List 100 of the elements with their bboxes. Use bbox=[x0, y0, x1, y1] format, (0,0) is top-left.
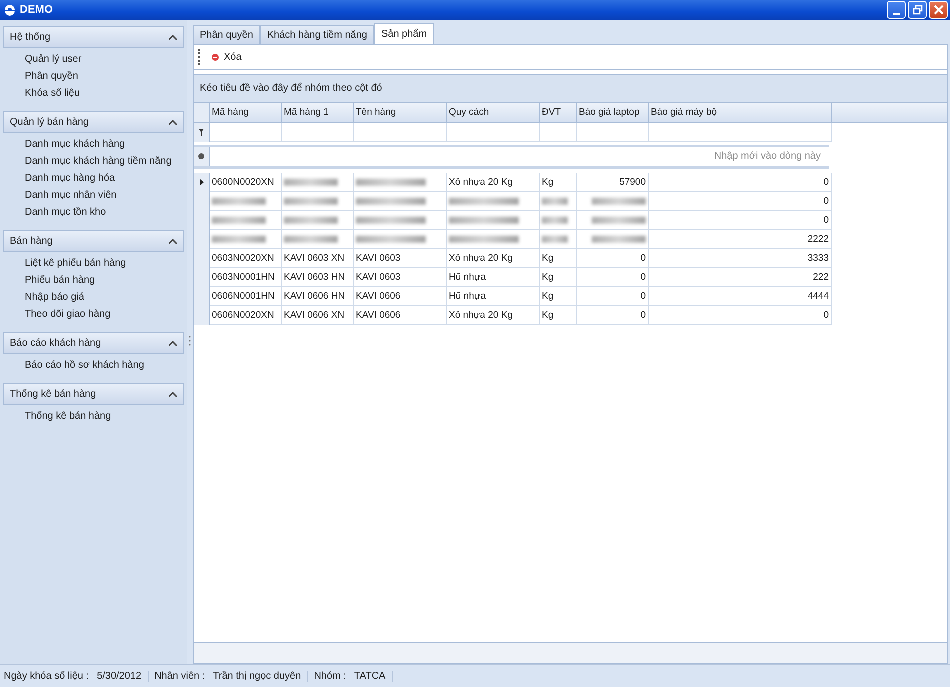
table-cell: KAVI 0606 XN bbox=[282, 306, 354, 325]
filter-field[interactable] bbox=[577, 123, 649, 142]
group-header[interactable]: Bán hàng bbox=[3, 230, 184, 252]
table-cell: KAVI 0606 bbox=[354, 287, 447, 306]
blurred-text bbox=[356, 198, 426, 204]
column-header[interactable]: Tên hàng bbox=[354, 103, 447, 122]
table-cell: 0 bbox=[649, 192, 832, 211]
sidebar-item[interactable]: Theo dõi giao hàng bbox=[25, 308, 184, 322]
sidebar-item[interactable]: Danh mục hàng hóa bbox=[25, 172, 184, 186]
tab[interactable]: Phân quyền bbox=[193, 25, 260, 44]
blurred-text bbox=[284, 236, 338, 242]
sidebar-item[interactable]: Quản lý user bbox=[25, 53, 184, 67]
row-indicator[interactable] bbox=[194, 147, 210, 166]
table-cell: Kg bbox=[540, 306, 577, 325]
blurred-text bbox=[356, 178, 426, 186]
delete-button[interactable]: Xóa bbox=[208, 50, 246, 64]
filter-field[interactable] bbox=[649, 123, 832, 142]
close-button[interactable] bbox=[929, 1, 948, 19]
tab[interactable]: Sản phẩm bbox=[374, 23, 434, 44]
table-cell: 0 bbox=[577, 287, 649, 306]
row-indicator[interactable] bbox=[194, 123, 210, 142]
blurred-text bbox=[449, 216, 520, 224]
group-header[interactable]: Hệ thống bbox=[3, 26, 184, 48]
blurred-text bbox=[449, 236, 520, 242]
column-header[interactable]: Mã hàng bbox=[210, 103, 282, 122]
blurred-text bbox=[592, 198, 646, 204]
filter-field[interactable] bbox=[447, 123, 540, 142]
tab[interactable]: Khách hàng tiềm năng bbox=[260, 25, 374, 44]
group-panel-hint: Kéo tiêu đề vào đây để nhóm theo cột đó bbox=[200, 83, 382, 94]
app-icon bbox=[4, 4, 16, 16]
sidebar-item[interactable]: Khóa số liệu bbox=[25, 87, 184, 101]
blurred-text bbox=[356, 216, 426, 224]
group-header[interactable]: Quản lý bán hàng bbox=[3, 111, 184, 133]
table-cell: Kg bbox=[540, 249, 577, 268]
status-label: Ngày khóa số liệu : bbox=[4, 670, 90, 682]
collapse-icon[interactable] bbox=[169, 34, 177, 40]
table-cell: 0606N0001HN bbox=[210, 287, 282, 306]
restore-icon bbox=[912, 5, 922, 15]
column-header[interactable]: ĐVT bbox=[540, 103, 577, 122]
sidebar-item[interactable]: Báo cáo hồ sơ khách hàng bbox=[25, 359, 184, 373]
table-cell: KAVI 0603 bbox=[354, 249, 447, 268]
sidebar-item[interactable]: Danh mục khách hàng bbox=[25, 138, 184, 152]
group-header[interactable]: Báo cáo khách hàng bbox=[3, 332, 184, 354]
table-cell: 0 bbox=[649, 173, 832, 192]
collapse-icon[interactable] bbox=[169, 238, 177, 244]
blurred-text bbox=[212, 216, 266, 224]
filter-field[interactable] bbox=[354, 123, 447, 142]
status-value: TATCA bbox=[354, 670, 386, 682]
blurred-text bbox=[542, 198, 568, 204]
table-cell: 0600N0020XN bbox=[210, 173, 282, 192]
blurred-text bbox=[284, 178, 338, 186]
sidebar-item[interactable]: Nhập báo giá bbox=[25, 291, 184, 305]
table-cell: KAVI 0603 HN bbox=[282, 268, 354, 287]
group-header[interactable]: Thống kê bán hàng bbox=[3, 383, 184, 405]
table-cell: 0 bbox=[649, 306, 832, 325]
table-cell: Kg bbox=[540, 173, 577, 192]
table-cell: 0603N0020XN bbox=[210, 249, 282, 268]
filter-field[interactable] bbox=[210, 123, 282, 142]
table-cell: 0603N0001HN bbox=[210, 268, 282, 287]
restore-button[interactable] bbox=[908, 1, 927, 19]
collapse-icon[interactable] bbox=[169, 392, 177, 396]
blurred-text bbox=[212, 236, 266, 242]
column-header[interactable]: Mã hàng 1 bbox=[282, 103, 354, 122]
filter-icon bbox=[199, 129, 204, 136]
column-header[interactable]: Báo giá máy bộ bbox=[649, 103, 832, 122]
sidebar-item[interactable]: Phiếu bán hàng bbox=[25, 274, 184, 288]
filter-field[interactable] bbox=[540, 123, 577, 142]
new-row-icon bbox=[198, 153, 205, 160]
table-cell: 0 bbox=[649, 211, 832, 230]
table-cell: 57900 bbox=[577, 173, 649, 192]
table-cell: KAVI 0606 HN bbox=[282, 287, 354, 306]
minimize-icon bbox=[893, 12, 900, 14]
blurred-text bbox=[356, 236, 426, 242]
table-cell: 0 bbox=[577, 249, 649, 268]
status-label: Nhóm : bbox=[314, 670, 346, 682]
collapse-icon[interactable] bbox=[169, 120, 177, 124]
table-cell: 0 bbox=[577, 268, 649, 287]
sidebar-item[interactable]: Danh mục tồn kho bbox=[25, 206, 184, 220]
current-row-icon bbox=[200, 179, 204, 186]
blurred-text bbox=[592, 216, 646, 224]
table-cell: Xô nhựa 20 Kg bbox=[447, 306, 540, 325]
column-header[interactable]: Báo giá laptop bbox=[577, 103, 649, 122]
table-cell: 3333 bbox=[649, 249, 832, 268]
row-indicator[interactable] bbox=[194, 173, 210, 192]
sidebar-item[interactable]: Danh mục khách hàng tiềm năng bbox=[25, 155, 184, 169]
minimize-button[interactable] bbox=[887, 1, 906, 19]
column-header[interactable]: Quy cách bbox=[447, 103, 540, 122]
table-cell: Kg bbox=[540, 268, 577, 287]
collapse-icon[interactable] bbox=[169, 340, 177, 346]
table-cell: 0606N0020XN bbox=[210, 306, 282, 325]
blurred-text bbox=[284, 198, 338, 204]
blurred-text bbox=[284, 216, 338, 224]
sidebar-item[interactable]: Liệt kê phiếu bán hàng bbox=[25, 257, 184, 271]
sidebar-item[interactable]: Danh mục nhân viên bbox=[25, 189, 184, 203]
blurred-text bbox=[212, 198, 266, 204]
sidebar-item[interactable]: Thống kê bán hàng bbox=[25, 410, 184, 424]
filter-field[interactable] bbox=[282, 123, 354, 142]
blurred-text bbox=[449, 198, 520, 204]
blurred-text bbox=[542, 216, 568, 224]
sidebar-item[interactable]: Phân quyền bbox=[25, 70, 184, 84]
